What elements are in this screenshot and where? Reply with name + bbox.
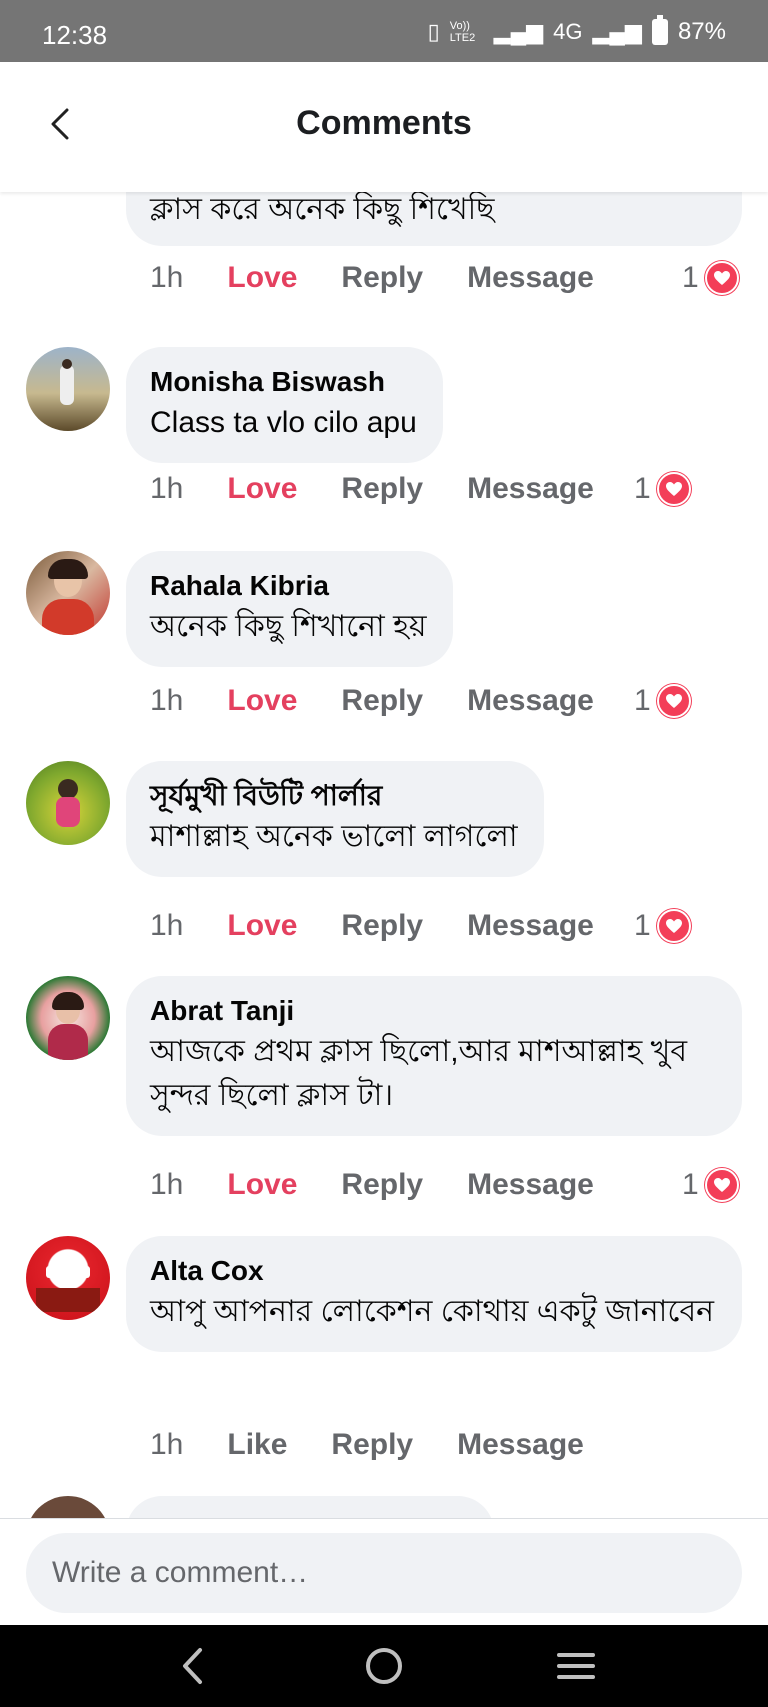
battery-level: 87% (677, 18, 726, 45)
reaction-count-label: 1 (682, 261, 699, 294)
reaction-count[interactable]: 1 (634, 469, 691, 509)
commenter-name[interactable]: Abrat Tanji (150, 992, 716, 1030)
comment-time: 1h (150, 1168, 184, 1201)
reply-button[interactable]: Reply (341, 909, 423, 943)
heart-icon (704, 1168, 739, 1202)
reaction-count-label: 1 (682, 1168, 699, 1201)
page-title: Comments (296, 104, 472, 142)
comment-bubble[interactable] (126, 1496, 494, 1518)
comment-text: আপু আপনার লোকেশন কোথায় একটু জানাবেন (150, 1295, 715, 1328)
comment-time: 1h (150, 684, 184, 717)
comment-time: 1h (150, 909, 184, 942)
comment-text: অনেক কিছু শিখানো হয় (150, 610, 427, 643)
reply-button[interactable]: Reply (341, 472, 423, 506)
avatar[interactable] (26, 761, 110, 845)
reply-button[interactable]: Reply (341, 261, 423, 295)
love-button[interactable]: Love (227, 472, 297, 506)
comment-input[interactable] (26, 1533, 742, 1613)
comment-actions: 1h Love Reply Message (150, 906, 638, 946)
message-button[interactable]: Message (467, 1168, 594, 1202)
reaction-count-label: 1 (634, 684, 651, 717)
message-button[interactable]: Message (467, 909, 594, 943)
comments-list[interactable]: ক্লাস করে অনেক কিছু শিখেছি 1h Love Reply… (0, 192, 768, 1518)
vibrate-icon: ▯ (427, 19, 440, 44)
volte-label: Vo)) LTE2 (449, 20, 476, 44)
comment-text: মাশাল্লাহ অনেক ভালো লাগলো (150, 820, 518, 853)
system-nav-bar (0, 1625, 768, 1707)
comment-bubble[interactable]: সূর্যমুখী বিউটি পার্লার মাশাল্লাহ অনেক ভ… (126, 761, 544, 877)
avatar[interactable] (26, 1236, 110, 1320)
status-time: 12:38 (42, 20, 108, 50)
love-button[interactable]: Love (227, 684, 297, 718)
header: Comments (0, 62, 768, 192)
comment-actions: 1h Like Reply Message (150, 1425, 628, 1465)
heart-icon (656, 472, 691, 506)
comment-actions: 1h Love Reply Message (150, 1165, 638, 1205)
comment-text: ক্লাস করে অনেক কিছু শিখেছি (150, 193, 495, 226)
reply-button[interactable]: Reply (341, 1168, 423, 1202)
reaction-count-label: 1 (634, 909, 651, 942)
reaction-count[interactable]: 1 (634, 906, 691, 946)
reaction-count-label: 1 (634, 472, 651, 505)
commenter-name[interactable]: সূর্যমুখী বিউটি পার্লার (150, 777, 518, 815)
network-type: 4G (553, 19, 583, 44)
comment-actions: 1h Love Reply Message (150, 258, 638, 298)
avatar[interactable] (26, 347, 110, 431)
message-button[interactable]: Message (457, 1428, 584, 1462)
heart-icon (656, 909, 691, 943)
nav-back-button[interactable] (162, 1643, 222, 1689)
commenter-name[interactable]: Alta Cox (150, 1252, 716, 1290)
home-circle-icon (366, 1648, 402, 1684)
message-button[interactable]: Message (467, 472, 594, 506)
reply-button[interactable]: Reply (331, 1428, 413, 1462)
comment-bubble[interactable]: Abrat Tanji আজকে প্রথম ক্লাস ছিলো,আর মাশ… (126, 976, 742, 1136)
commenter-name[interactable]: Rahala Kibria (150, 567, 427, 605)
comment-bubble[interactable]: Rahala Kibria অনেক কিছু শিখানো হয় (126, 551, 453, 667)
avatar[interactable] (26, 551, 110, 635)
comment-bubble[interactable]: Alta Cox আপু আপনার লোকেশন কোথায় একটু জা… (126, 1236, 742, 1352)
nav-home-button[interactable] (354, 1643, 414, 1689)
status-icons: ▯ Vo)) LTE2 ▂▄▆ 4G ▂▄▆ 87% (427, 15, 726, 46)
message-button[interactable]: Message (467, 684, 594, 718)
comment-actions: 1h Love Reply Message (150, 681, 638, 721)
reaction-count[interactable]: 1 (682, 258, 739, 298)
comment-actions: 1h Love Reply Message (150, 469, 638, 509)
menu-icon (557, 1653, 595, 1679)
avatar[interactable] (26, 1496, 110, 1518)
avatar[interactable] (26, 976, 110, 1060)
comment-time: 1h (150, 261, 184, 294)
reply-button[interactable]: Reply (341, 684, 423, 718)
battery-icon (651, 15, 668, 45)
love-button[interactable]: Love (227, 1168, 297, 1202)
signal-icon-2: ▂▄▆ (592, 19, 642, 44)
comment-time: 1h (150, 1428, 184, 1461)
reaction-count[interactable]: 1 (634, 681, 691, 721)
heart-icon (704, 261, 739, 295)
nav-menu-button[interactable] (546, 1643, 606, 1689)
reaction-count[interactable]: 1 (682, 1165, 739, 1205)
message-button[interactable]: Message (467, 261, 594, 295)
comment-bubble[interactable]: Monisha Biswash Class ta vlo cilo apu (126, 347, 443, 463)
status-bar: 12:38 ▯ Vo)) LTE2 ▂▄▆ 4G ▂▄▆ 87% (0, 0, 768, 62)
back-arrow-icon (183, 1648, 202, 1684)
comment-composer (0, 1518, 768, 1625)
like-button[interactable]: Like (227, 1428, 287, 1462)
heart-icon (656, 684, 691, 718)
comment-text: আজকে প্রথম ক্লাস ছিলো,আর মাশআল্লাহ খুব স… (150, 1035, 688, 1112)
comment-text: Class ta vlo cilo apu (150, 406, 417, 439)
love-button[interactable]: Love (227, 261, 297, 295)
comment-bubble[interactable]: ক্লাস করে অনেক কিছু শিখেছি (126, 192, 742, 246)
love-button[interactable]: Love (227, 909, 297, 943)
commenter-name[interactable]: Monisha Biswash (150, 363, 417, 401)
comment-time: 1h (150, 472, 184, 505)
signal-icon: ▂▄▆ (493, 19, 544, 44)
